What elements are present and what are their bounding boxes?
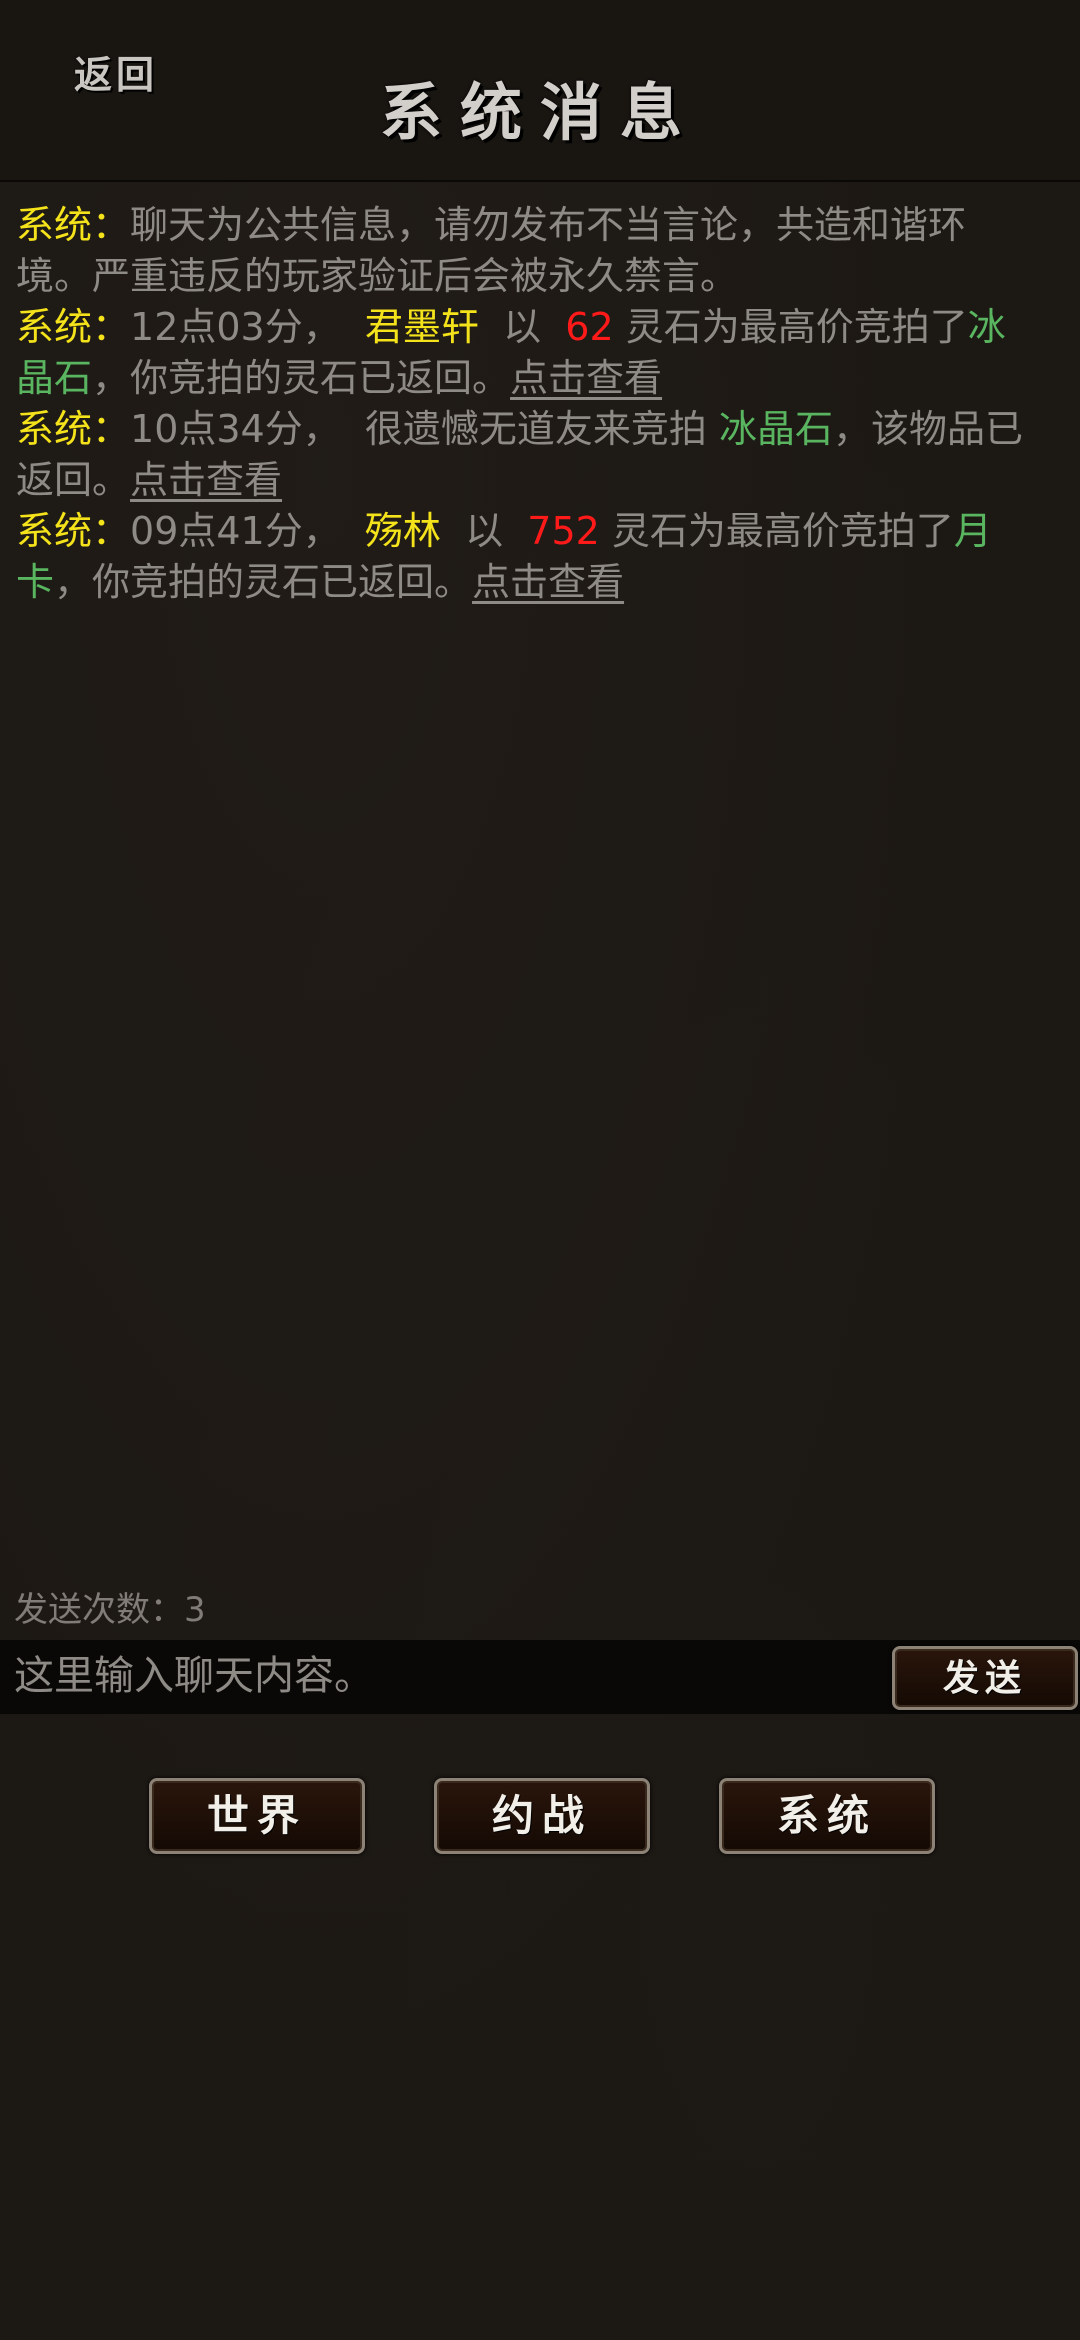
message-list: 系统：聊天为公共信息，请勿发布不当言论，共造和谐环境。严重违反的玩家验证后会被永… bbox=[16, 200, 1036, 608]
message-word: 以 bbox=[503, 305, 542, 349]
page-title: 系统消息 bbox=[379, 76, 700, 149]
view-details-link[interactable]: 点击查看 bbox=[472, 560, 624, 604]
tab-world[interactable]: 世界 bbox=[149, 1778, 365, 1854]
message-text: 灵石为最高价竞拍了 bbox=[611, 509, 954, 553]
message-time: 09点41分， bbox=[130, 509, 341, 553]
message-text: ，你竞拍的灵石已返回。 bbox=[92, 356, 511, 400]
message-time: 12点03分， bbox=[130, 305, 341, 349]
view-details-link[interactable]: 点击查看 bbox=[510, 356, 662, 400]
message-item: 系统：10点34分， 很遗憾无道友来竞拍 冰晶石，该物品已返回。点击查看 bbox=[16, 404, 1036, 506]
message-prefix: 系统： bbox=[16, 305, 131, 349]
message-prefix: 系统： bbox=[16, 407, 131, 451]
view-details-link[interactable]: 点击查看 bbox=[130, 458, 282, 502]
chat-input[interactable] bbox=[14, 1640, 874, 1712]
message-text: 聊天为公共信息，请勿发布不当言论，共造和谐环境。严重违反的玩家验证后会被永久禁言… bbox=[16, 203, 967, 298]
header: 返回 系统消息 bbox=[0, 0, 1080, 182]
item-name: 冰晶石 bbox=[719, 407, 834, 451]
message-prefix: 系统： bbox=[16, 203, 131, 247]
player-name: 殇林 bbox=[364, 509, 441, 553]
message-item: 系统：09点41分， 殇林 以 752 灵石为最高价竞拍了月卡，你竞拍的灵石已返… bbox=[16, 506, 1036, 608]
tab-system[interactable]: 系统 bbox=[719, 1778, 935, 1854]
message-text: 灵石为最高价竞拍了 bbox=[625, 305, 968, 349]
bid-amount: 62 bbox=[565, 305, 614, 349]
send-button[interactable]: 发送 bbox=[892, 1646, 1078, 1710]
send-count: 发送次数：3 bbox=[14, 1590, 206, 1630]
player-name: 君墨轩 bbox=[364, 305, 479, 349]
message-item: 系统：聊天为公共信息，请勿发布不当言论，共造和谐环境。严重违反的玩家验证后会被永… bbox=[16, 200, 1036, 302]
message-prefix: 系统： bbox=[16, 509, 131, 553]
bid-amount: 752 bbox=[527, 509, 600, 553]
message-text: ，你竞拍的灵石已返回。 bbox=[54, 560, 473, 604]
message-item: 系统：12点03分， 君墨轩 以 62 灵石为最高价竞拍了冰晶石，你竞拍的灵石已… bbox=[16, 302, 1036, 404]
tab-duel[interactable]: 约战 bbox=[434, 1778, 650, 1854]
message-time: 10点34分， bbox=[130, 407, 341, 451]
message-text: 很遗憾无道友来竞拍 bbox=[364, 407, 707, 451]
message-word: 以 bbox=[465, 509, 504, 553]
